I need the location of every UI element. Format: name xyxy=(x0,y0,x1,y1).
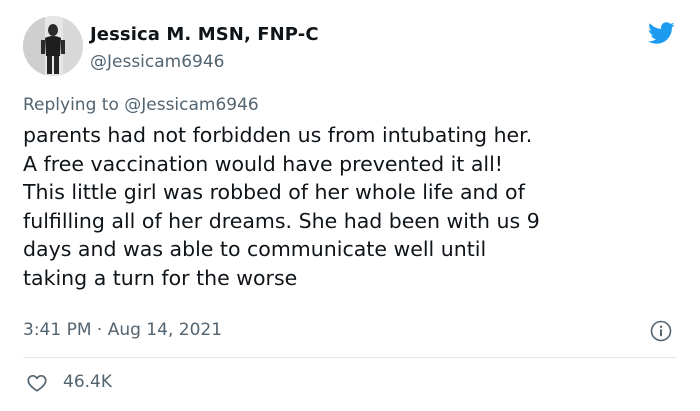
replying-mention-link[interactable]: @Jessicam6946 xyxy=(124,95,259,115)
author-handle[interactable]: @Jessicam6946 xyxy=(90,52,225,72)
tweet-text: parents had not forbidden us from intuba… xyxy=(23,121,693,293)
divider xyxy=(23,357,677,358)
avatar-photo xyxy=(23,16,83,76)
author-display-name[interactable]: Jessica M. MSN, FNP-C xyxy=(90,24,319,45)
tweet-text-line: taking a turn for the worse xyxy=(23,265,298,290)
tweet-timestamp[interactable]: 3:41 PM · Aug 14, 2021 xyxy=(23,320,222,340)
tweet-card: Jessica M. MSN, FNP-C @Jessicam6946 Repl… xyxy=(0,0,700,411)
twitter-bird-icon[interactable] xyxy=(645,19,677,47)
tweet-text-line: A free vaccination would have prevented … xyxy=(23,151,504,176)
replying-prefix: Replying to xyxy=(23,95,119,115)
heart-icon[interactable] xyxy=(26,372,48,394)
info-icon[interactable] xyxy=(650,320,672,342)
replying-to: Replying to @Jessicam6946 xyxy=(23,95,259,115)
tweet-text-line: This little girl was robbed of her whole… xyxy=(23,180,525,205)
avatar[interactable] xyxy=(23,16,83,76)
tweet-text-line: days and was able to communicate well un… xyxy=(23,237,487,262)
tweet-text-line: parents had not forbidden us from intuba… xyxy=(23,123,533,147)
like-count[interactable]: 46.4K xyxy=(63,372,112,392)
tweet-text-line: fulfilling all of her dreams. She had be… xyxy=(23,208,540,233)
